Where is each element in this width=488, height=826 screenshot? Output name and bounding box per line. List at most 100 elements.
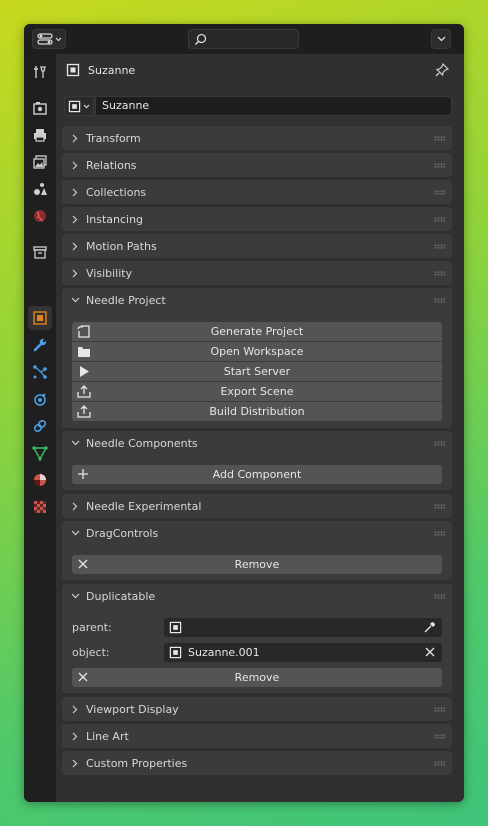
- drag-handle-icon[interactable]: [434, 734, 445, 739]
- editor-header: [24, 24, 464, 54]
- panel-title: Motion Paths: [86, 239, 157, 253]
- panel-title: Needle Experimental: [86, 499, 202, 513]
- object-datablock-selector: Suzanne: [64, 96, 452, 116]
- particles-icon: [33, 365, 47, 379]
- options-dropdown[interactable]: [431, 29, 451, 49]
- panel-instancing[interactable]: Instancing: [62, 207, 452, 231]
- search-input[interactable]: [188, 29, 299, 49]
- export-scene-button[interactable]: Export Scene: [72, 382, 442, 401]
- texture-icon: [34, 501, 46, 513]
- material-icon: [34, 474, 46, 486]
- particles-tab[interactable]: [28, 360, 52, 384]
- chevron-right-icon: [72, 161, 78, 169]
- constraint-icon: [33, 419, 47, 433]
- physics-tab[interactable]: [28, 387, 52, 411]
- panel-title: Viewport Display: [86, 702, 179, 716]
- render-tab[interactable]: [28, 96, 52, 120]
- button-label: Open Workspace: [210, 345, 304, 358]
- object-tab[interactable]: [28, 306, 52, 330]
- panel-collections[interactable]: Collections: [62, 180, 452, 204]
- context-path: Suzanne: [66, 62, 135, 78]
- chevron-right-icon: [72, 269, 78, 277]
- drag-handle-icon[interactable]: [434, 707, 445, 712]
- start-server-button[interactable]: Start Server: [72, 362, 442, 381]
- scene-tab[interactable]: [28, 177, 52, 201]
- object-name-field[interactable]: Suzanne: [95, 96, 452, 116]
- properties-editor: Suzanne Suzanne Transform Relations Coll…: [24, 24, 464, 802]
- chevron-right-icon: [72, 242, 78, 250]
- object-value: Suzanne.001: [188, 646, 260, 659]
- play-icon: [80, 366, 89, 377]
- panel-visibility[interactable]: Visibility: [62, 261, 452, 285]
- pin-icon[interactable]: [434, 62, 450, 78]
- drag-handle-icon[interactable]: [434, 163, 445, 168]
- open-workspace-button[interactable]: Open Workspace: [72, 342, 442, 361]
- properties-content: Suzanne Suzanne Transform Relations Coll…: [56, 54, 464, 802]
- material-tab[interactable]: [28, 468, 52, 492]
- chevron-down-icon: [55, 37, 61, 41]
- panel-title: Needle Project: [86, 293, 166, 307]
- output-tab[interactable]: [28, 123, 52, 147]
- view-layer-tab[interactable]: [28, 150, 52, 174]
- constraints-tab[interactable]: [28, 414, 52, 438]
- button-label: Build Distribution: [209, 405, 305, 418]
- eyedropper-icon[interactable]: [423, 621, 436, 634]
- panel-title: Duplicatable: [86, 589, 156, 603]
- generate-project-button[interactable]: Generate Project: [72, 322, 442, 341]
- object-name: Suzanne: [88, 63, 136, 77]
- panel-header[interactable]: DragControls: [62, 521, 452, 545]
- texture-tab[interactable]: [28, 495, 52, 519]
- panel-needle-project: Needle Project Generate Project Open Wor…: [62, 288, 452, 428]
- panel-relations[interactable]: Relations: [62, 153, 452, 177]
- chevron-down-icon: [71, 530, 79, 536]
- panel-needle-experimental[interactable]: Needle Experimental: [62, 494, 452, 518]
- add-component-button[interactable]: Add Component: [72, 465, 442, 484]
- export-icon: [77, 385, 91, 398]
- panel-transform[interactable]: Transform: [62, 126, 452, 150]
- parent-field[interactable]: [164, 618, 442, 637]
- chevron-down-icon: [71, 593, 79, 599]
- panel-header[interactable]: Needle Project: [62, 288, 452, 312]
- chevron-right-icon: [72, 705, 78, 713]
- object-label: object:: [72, 646, 110, 659]
- build-distribution-button[interactable]: Build Distribution: [72, 402, 442, 421]
- clear-icon[interactable]: [424, 646, 436, 658]
- panel-custom-properties[interactable]: Custom Properties: [62, 751, 452, 775]
- panel-header[interactable]: Needle Components: [62, 431, 452, 455]
- drag-handle-icon[interactable]: [434, 217, 445, 222]
- collection-tab[interactable]: [28, 240, 52, 264]
- drag-handle-icon[interactable]: [434, 594, 445, 599]
- panel-title: Custom Properties: [86, 756, 188, 770]
- modifier-tab[interactable]: [28, 333, 52, 357]
- folder-icon: [78, 347, 90, 357]
- panel-title: Visibility: [86, 266, 133, 280]
- remove-dragcontrols-button[interactable]: Remove: [72, 555, 442, 574]
- drag-handle-icon[interactable]: [434, 136, 445, 141]
- panel-viewport-display[interactable]: Viewport Display: [62, 697, 452, 721]
- panel-motion-paths[interactable]: Motion Paths: [62, 234, 452, 258]
- drag-handle-icon[interactable]: [434, 244, 445, 249]
- collection-icon: [33, 246, 47, 259]
- drag-handle-icon[interactable]: [434, 190, 445, 195]
- drag-handle-icon[interactable]: [434, 271, 445, 276]
- panel-header[interactable]: Duplicatable: [62, 584, 452, 608]
- scene-icon: [34, 183, 47, 195]
- editor-type-dropdown[interactable]: [32, 29, 66, 49]
- tool-tab[interactable]: [28, 60, 52, 84]
- object-field[interactable]: Suzanne.001: [164, 643, 442, 662]
- world-tab[interactable]: [28, 204, 52, 228]
- drag-handle-icon[interactable]: [434, 504, 445, 509]
- drag-handle-icon[interactable]: [434, 298, 445, 303]
- close-icon: [78, 559, 88, 569]
- panel-title: Instancing: [86, 212, 144, 226]
- browse-object-button[interactable]: [64, 96, 94, 116]
- drag-handle-icon[interactable]: [434, 761, 445, 766]
- data-tab[interactable]: [28, 441, 52, 465]
- export-icon: [77, 405, 91, 418]
- drag-handle-icon[interactable]: [434, 441, 445, 446]
- drag-handle-icon[interactable]: [434, 531, 445, 536]
- button-label: Add Component: [212, 468, 302, 481]
- wrench-icon: [33, 338, 47, 352]
- remove-duplicatable-button[interactable]: Remove: [72, 668, 442, 687]
- panel-line-art[interactable]: Line Art: [62, 724, 452, 748]
